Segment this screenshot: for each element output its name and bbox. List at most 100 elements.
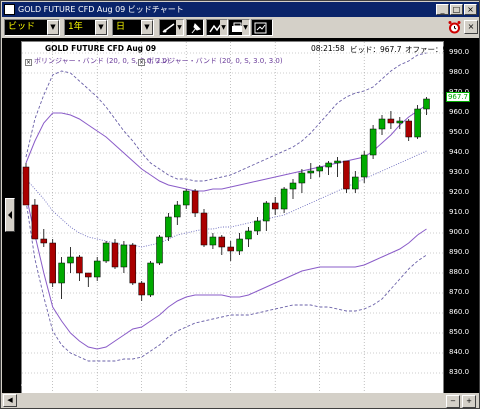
legend-checkbox[interactable]: × [138,59,145,66]
close-button[interactable]: × [464,4,477,15]
panel-toggle-handle[interactable] [5,198,15,232]
print-button[interactable]: ▼ [228,19,250,36]
horizontal-scrollbar[interactable]: ◀ − + [2,393,479,408]
last-price-marker: 967.7 [446,91,470,102]
zoom-out-button[interactable]: − [446,395,460,408]
legend-bollinger-3[interactable]: × ボリンジャー・バンド (20, 0, S, 3.0, 3.0) [138,56,283,66]
candle-down [76,256,83,274]
toolbar-close-button[interactable]: × [464,20,478,34]
candle-down [129,244,137,284]
y-tick-label: 900.0 [449,228,470,236]
candle-down [191,190,199,214]
y-tick-label: 880.0 [449,268,470,276]
maximize-button[interactable]: □ [450,4,463,15]
candle-up [156,236,163,264]
legend-checkbox[interactable]: × [25,59,32,66]
candle-down [31,204,39,240]
minimize-button[interactable]: _ [436,4,449,15]
x-tick-label: 12 [93,372,103,380]
candle-up [360,154,368,178]
candle-up [325,162,332,168]
pin-tool-button[interactable] [186,19,204,36]
candle-down [111,242,119,268]
candle-down [387,118,395,124]
period-select[interactable]: 1年 ▼ [64,19,108,36]
x-tick-label: 19 [137,372,147,380]
bollinger-lower-3sd-line [25,200,427,362]
price-chart [22,42,443,400]
candle-up [298,172,306,184]
candle-up [182,190,190,206]
candle-up [414,108,421,138]
candle-up [307,170,315,174]
candle-down [271,202,279,210]
candle-up [378,118,386,130]
plot-area[interactable]: GOLD FUTURE CFD Aug 09 08:21:58 ビッド：967.… [21,41,464,401]
y-tick-label: 950.0 [449,128,470,136]
app-icon [4,4,15,15]
chevron-down-icon[interactable]: ▼ [95,20,107,35]
chart-title: GOLD FUTURE CFD Aug 09 [45,44,157,53]
save-chart-icon [254,22,267,34]
indicator-tool-button[interactable]: ▼ [206,19,228,36]
zoom-in-button[interactable]: + [462,395,476,408]
candle-down [138,282,145,296]
candle-down [405,120,412,138]
y-tick-label: 850.0 [449,328,470,336]
candle-down [22,166,30,206]
save-chart-button[interactable] [251,19,273,36]
y-tick-label: 960.0 [449,108,470,116]
candle-up [67,256,74,264]
candle-down [200,212,208,246]
price-type-value: ビッド [8,22,36,32]
window-title: GOLD FUTURE CFD Aug 09 ビッドチャート [18,5,184,14]
alarm-clock-icon[interactable] [448,20,461,35]
price-type-select[interactable]: ビッド ▼ [4,19,60,36]
zoom-controls: − + [446,394,478,408]
chevron-down-icon[interactable]: ▼ [47,20,59,35]
interval-value: 日 [116,22,126,32]
y-tick-label: 980.0 [449,68,470,76]
candle-up [58,262,65,284]
y-tick-label: 860.0 [449,308,470,316]
line-tool-button[interactable]: ▼ [159,19,184,36]
candle-up [334,160,341,164]
candle-up [316,166,323,172]
chart-area: GOLD FUTURE CFD Aug 09 08:21:58 ビッド：967.… [2,38,479,408]
candle-down [343,160,350,190]
candle-up [93,260,101,278]
bid-price: ビッド：967.7 [350,45,402,54]
candle-down [40,238,48,244]
candle-down [227,246,234,252]
candle-up [289,182,297,190]
y-tick-label: 840.0 [449,348,470,356]
candle-up [254,220,261,232]
pin-tool-icon [191,23,201,34]
candle-up [352,176,359,190]
y-tick-label: 830.0 [449,368,470,376]
toolbar: ビッド ▼ 1年 ▼ 日 ▼ ▼ ▼ ▼ × [2,17,479,38]
legend-label: ボリンジャー・バンド (20, 0, S, 3.0, 3.0) [147,57,283,65]
quote-time: 08:21:58 [311,44,345,53]
y-tick-label: 910.0 [449,208,470,216]
candle-up [236,238,243,252]
candle-up [120,244,128,268]
candle-up [245,230,252,240]
title-bar[interactable]: GOLD FUTURE CFD Aug 09 ビッドチャート _ □ × [2,2,479,17]
candle-up [263,202,270,222]
y-tick-label: 990.0 [449,48,470,56]
month-label: 5 [235,381,240,389]
scroll-left-button[interactable]: ◀ [3,394,17,407]
x-tick-label: 3 [226,372,232,380]
chart-window: GOLD FUTURE CFD Aug 09 ビッドチャート _ □ × ビッド… [0,0,480,409]
interval-select[interactable]: 日 ▼ [112,19,154,36]
y-tick-label: 890.0 [449,248,470,256]
candle-down [218,236,226,248]
line-tool-icon [162,23,175,33]
period-value: 1年 [68,22,83,32]
x-tick-label: 10 [271,372,281,380]
x-tick-label: 17 [315,372,325,380]
chevron-down-icon[interactable]: ▼ [141,20,153,35]
candle-up [423,98,430,110]
candle-up [280,188,288,210]
